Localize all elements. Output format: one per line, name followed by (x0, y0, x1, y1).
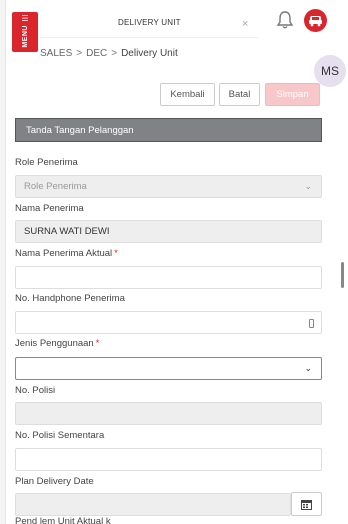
role-penerima-placeholder: Role Penerima (24, 181, 87, 192)
jenis-penggunaan-label: Jenis Penggunaan * (15, 338, 99, 349)
breadcrumb-separator: > (76, 48, 83, 59)
tab-title: DELIVERY UNIT (118, 18, 181, 27)
nama-penerima-aktual-text: Nama Penerima Aktual (15, 248, 113, 259)
scrollbar-handle[interactable] (341, 262, 344, 288)
menu-label: MENU (21, 25, 29, 48)
nama-penerima-aktual-label: Nama Penerima Aktual * (15, 248, 118, 259)
breadcrumb-current: Delivery Unit (121, 48, 178, 59)
jenis-penggunaan-text: Jenis Penggunaan (15, 338, 94, 349)
breadcrumb-dec[interactable]: DEC (86, 48, 107, 59)
plan-delivery-date-label: Plan Delivery Date (15, 476, 94, 487)
phone-icon (309, 319, 314, 328)
breadcrumb-separator: > (111, 48, 118, 59)
kembali-button[interactable]: Kembali (160, 83, 215, 106)
role-penerima-select[interactable]: Role Penerima ⌄ (15, 175, 322, 198)
calendar-icon[interactable] (291, 492, 322, 516)
nama-penerima-aktual-input[interactable] (15, 266, 322, 289)
nama-penerima-field: SURNA WATI DEWI (15, 220, 322, 243)
plan-delivery-date-field (15, 493, 291, 516)
chevron-down-icon: ⌄ (304, 363, 312, 373)
page-left-strip (0, 0, 6, 524)
close-icon[interactable]: × (242, 18, 248, 30)
jenis-penggunaan-select[interactable]: ⌄ (15, 357, 322, 380)
breadcrumb-sales[interactable]: SALES (40, 48, 72, 59)
simpan-button[interactable]: Simpan (265, 83, 320, 106)
nama-penerima-value: SURNA WATI DEWI (24, 226, 110, 237)
required-mark: * (95, 338, 100, 349)
required-mark: * (114, 248, 118, 259)
chevron-down-icon: ⌄ (304, 181, 312, 191)
role-penerima-label: Role Penerima (15, 157, 78, 168)
breadcrumb: SALES > DEC > Delivery Unit (40, 48, 178, 59)
section-title: Tanda Tangan Pelanggan (15, 118, 322, 142)
batal-button[interactable]: Batal (219, 83, 260, 106)
nama-penerima-label: Nama Penerima (15, 203, 84, 214)
menu-button[interactable]: ☰ MENU (12, 12, 38, 52)
no-polisi-field (15, 402, 322, 425)
next-field-label: Pend lem Unit Aktual k (15, 516, 111, 524)
no-polisi-sementara-input[interactable] (15, 448, 322, 471)
no-handphone-label: No. Handphone Penerima (15, 293, 125, 304)
car-icon[interactable] (304, 9, 327, 32)
no-polisi-sementara-label: No. Polisi Sementara (15, 430, 105, 441)
hamburger-icon: ☰ (21, 14, 29, 23)
no-polisi-label: No. Polisi (15, 385, 56, 396)
no-handphone-input[interactable] (15, 311, 322, 334)
bell-icon[interactable] (276, 10, 294, 30)
tab-delivery-unit[interactable]: DELIVERY UNIT × (40, 10, 258, 38)
